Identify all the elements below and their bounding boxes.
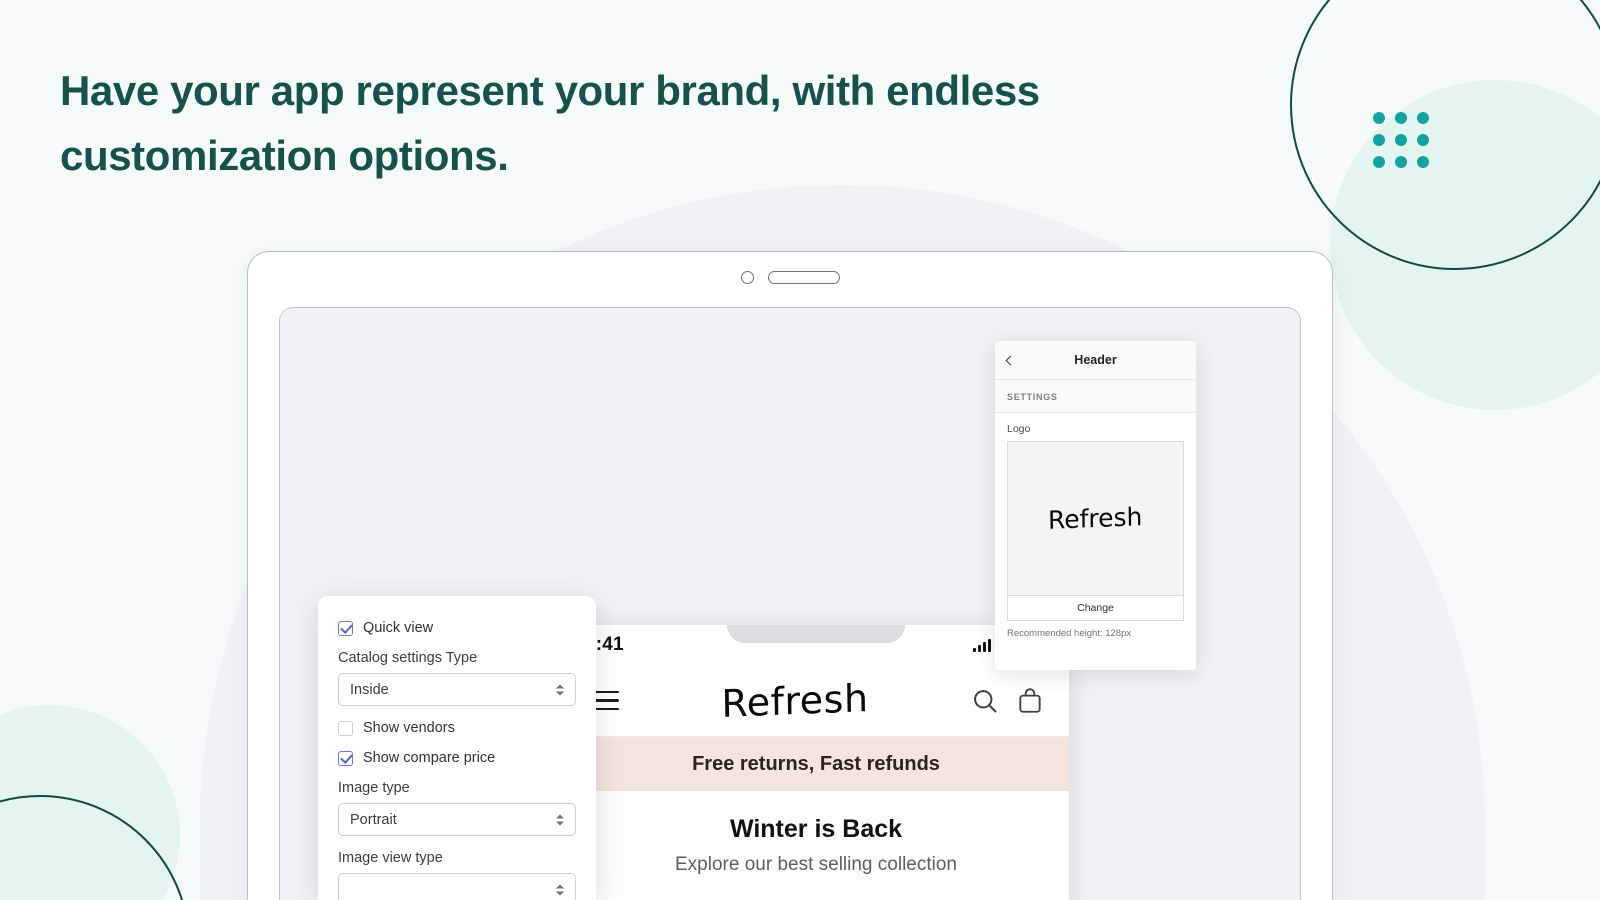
hero-section: Winter is Back Explore our best selling … [563,791,1069,890]
dot-icon [1395,112,1407,124]
catalog-settings-type-value: Inside [350,681,389,698]
speaker-icon [767,270,840,284]
page-headline: Have your app represent your brand, with… [60,67,1040,180]
hero-title: Winter is Back [729,815,903,843]
signal-bars-icon [973,638,991,652]
promo-banner: Free returns, Fast refunds [563,737,1069,791]
product-grid: Sale Sale [563,890,1069,900]
image-view-type-select[interactable] [338,873,576,900]
image-type-value: Portrait [350,811,397,828]
header-panel-titlebar: Header [995,341,1196,380]
quick-view-label: Quick view [363,620,434,636]
phone-status-bar: 9:41 [563,625,1069,665]
phone-notch [727,625,905,643]
decorative-circle-outline-bottom-left [0,795,190,900]
image-type-select[interactable]: Portrait [338,803,576,836]
show-compare-price-label: Show compare price [363,750,496,766]
dot-icon [1395,134,1407,146]
stepper-arrows-icon [556,884,564,895]
dot-icon [1373,112,1385,124]
dot-icon [1417,134,1429,146]
show-compare-price-checkbox[interactable] [338,750,353,766]
hero-subtitle: Explore our best selling collection [675,854,957,875]
quick-view-checkbox[interactable] [338,620,353,636]
catalog-settings-type-label: Catalog settings Type [338,650,478,666]
dot-icon [1373,134,1385,146]
phone-preview: 9:41 Refresh Free returns, Fast refunds … [563,625,1069,900]
phone-header-actions [971,687,1043,715]
dot-icon [1373,156,1385,168]
show-vendors-row[interactable]: Show vendors [338,720,576,736]
search-icon[interactable] [971,687,999,715]
dot-icon [1417,156,1429,168]
show-vendors-label: Show vendors [363,720,455,736]
show-vendors-checkbox[interactable] [338,720,353,736]
header-settings-panel: Header SETTINGS Logo Refresh Change Reco… [995,341,1196,670]
logo-preview-box: Refresh [1007,441,1184,596]
settings-section-label: SETTINGS [995,380,1196,413]
logo-change-button[interactable]: Change [1007,596,1184,621]
decorative-circle-filled-bottom-left [0,705,180,900]
laptop-bezel [248,252,1332,302]
image-view-type-label: Image view type [338,850,443,866]
shopping-bag-icon[interactable] [1017,687,1043,715]
camera-icon [740,270,754,284]
logo-size-hint: Recommended height: 128px [1007,628,1132,639]
logo-preview-text: Refresh [1048,502,1143,535]
stepper-arrows-icon [556,814,564,825]
show-compare-price-row[interactable]: Show compare price [338,750,576,766]
stepper-arrows-icon [556,684,564,695]
image-type-label: Image type [338,780,410,796]
decorative-dot-grid [1373,112,1431,170]
decorative-circle-outline-top-right [1290,0,1600,270]
decorative-circle-filled-top-right [1330,80,1600,410]
phone-app-header: Refresh [563,665,1069,737]
header-panel-title: Header [1074,353,1117,367]
logo-field-label: Logo [1007,423,1031,435]
store-logo: Refresh [721,675,869,726]
catalog-settings-panel: Quick view Catalog settings Type Inside … [318,596,596,900]
quick-view-row[interactable]: Quick view [338,620,576,636]
logo-setting-section: Logo Refresh Change Recommended height: … [995,413,1196,670]
dot-icon [1417,112,1429,124]
dot-icon [1395,156,1407,168]
catalog-settings-type-select[interactable]: Inside [338,673,576,706]
